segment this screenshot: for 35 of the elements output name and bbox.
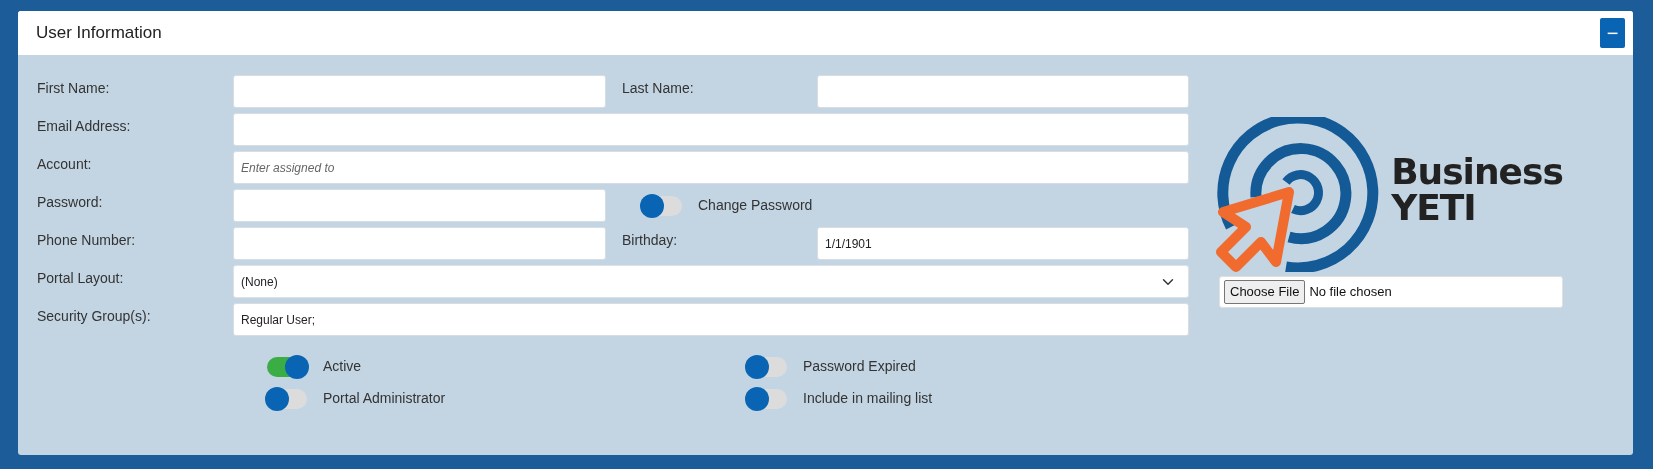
text-field[interactable]: Enter assigned to (233, 151, 1189, 184)
text-field[interactable] (233, 227, 606, 260)
text-field[interactable] (817, 75, 1189, 108)
field-label: First Name: (37, 79, 111, 98)
field-label: Phone Number: (37, 231, 137, 250)
field-label: Last Name: (622, 79, 695, 98)
toggle-label: Change Password (698, 196, 813, 215)
choose-file-button[interactable]: Choose File (1224, 280, 1306, 304)
file-status-text: No file chosen (1309, 283, 1392, 302)
field-label: Security Group(s): (37, 307, 152, 326)
text-field[interactable]: 1/1/1901 (817, 227, 1189, 260)
toggle-switch[interactable] (747, 388, 787, 409)
logo-text: Business (1391, 153, 1563, 190)
field-label: Password: (37, 193, 104, 212)
toggle-label: Portal Administrator (323, 389, 446, 408)
field-label: Email Address: (37, 117, 132, 136)
text-field[interactable] (233, 189, 606, 222)
collapse-button[interactable]: − (1600, 18, 1625, 48)
file-input-field[interactable]: Choose File No file chosen (1219, 276, 1563, 308)
toggle-switch[interactable] (267, 388, 307, 409)
text-field[interactable] (233, 113, 1189, 146)
toggle-switch[interactable] (747, 356, 787, 377)
field-label: Portal Layout: (37, 269, 125, 288)
toggle-switch[interactable] (267, 356, 307, 377)
text-field[interactable]: Regular User; (233, 303, 1189, 336)
dropdown-field[interactable]: (None) (233, 265, 1189, 298)
field-label: Birthday: (622, 231, 679, 250)
toggle-label: Include in mailing list (803, 389, 933, 408)
panel-title: User Information (36, 22, 162, 45)
toggle-label: Password Expired (803, 357, 916, 376)
text-field[interactable] (233, 75, 606, 108)
field-label: Account: (37, 155, 93, 174)
toggle-switch[interactable] (642, 195, 682, 216)
toggle-label: Active (323, 357, 362, 376)
logo-text: YETI (1391, 189, 1477, 226)
